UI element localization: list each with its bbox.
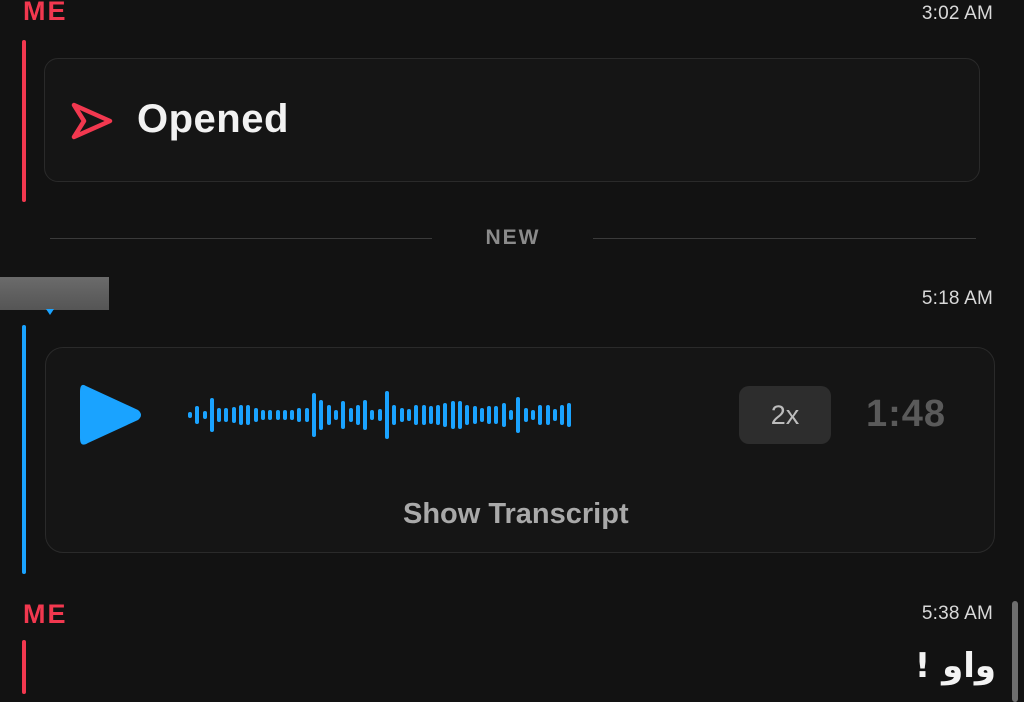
waveform-bar	[268, 410, 273, 420]
waveform-bar	[457, 401, 462, 429]
message-timestamp: 3:02 AM	[921, 3, 993, 24]
waveform-bar	[509, 410, 514, 420]
waveform-bar	[275, 410, 280, 420]
waveform-bar	[290, 410, 295, 420]
waveform-bar	[465, 405, 470, 425]
waveform-bar	[195, 406, 200, 424]
redacted-sender-name	[0, 277, 109, 310]
sender-indicator-bar	[22, 325, 26, 574]
waveform-bar	[479, 408, 484, 422]
waveform-bar	[385, 391, 390, 439]
play-icon[interactable]	[78, 380, 144, 450]
voice-duration: 1:48	[866, 393, 947, 435]
waveform-bar	[428, 406, 433, 424]
waveform-bar	[246, 405, 251, 425]
sender-indicator-bar	[22, 640, 26, 694]
waveform-bar	[282, 410, 287, 420]
waveform-bar	[414, 405, 419, 425]
sender-indicator-bar	[22, 40, 26, 202]
waveform-bar	[545, 405, 550, 425]
waveform-bar	[501, 403, 506, 427]
waveform-bar	[567, 403, 572, 427]
waveform-bar	[209, 398, 214, 432]
message-timestamp: 5:38 AM	[921, 603, 993, 624]
waveform-bar	[538, 405, 543, 425]
sender-caret-icon	[46, 309, 54, 315]
divider-line-right	[593, 238, 976, 239]
waveform-bar	[188, 412, 192, 418]
waveform-bar	[530, 410, 535, 420]
waveform-bar	[239, 405, 244, 425]
waveform-bar	[355, 405, 360, 425]
waveform-bar	[253, 408, 258, 422]
chat-view: ME 3:02 AM Opened NEW 5:18 AM 2x 1:48 Sh…	[0, 0, 1024, 702]
waveform-bar	[202, 411, 207, 419]
waveform-bar	[304, 408, 309, 422]
waveform-bar	[399, 408, 404, 422]
scrollbar[interactable]	[1012, 601, 1018, 702]
waveform-bar	[516, 397, 521, 433]
divider-line-left	[50, 238, 432, 239]
waveform-bar	[487, 406, 492, 424]
sender-label-me: ME	[23, 599, 68, 629]
message-timestamp: 5:18 AM	[921, 288, 993, 309]
waveform-bar	[436, 405, 441, 425]
waveform-bar	[450, 401, 455, 429]
opened-status-label: Opened	[137, 97, 289, 141]
show-transcript-button[interactable]: Show Transcript	[403, 498, 629, 531]
waveform-bar	[363, 400, 368, 430]
waveform-bar	[472, 406, 477, 424]
waveform-bar	[560, 405, 565, 425]
new-divider-label: NEW	[485, 226, 541, 249]
waveform-bar	[341, 401, 346, 429]
waveform-bar	[224, 408, 229, 422]
waveform-bar	[552, 409, 557, 421]
waveform-bar	[523, 408, 528, 422]
waveform-bar	[326, 405, 331, 425]
waveform-bar	[297, 408, 302, 422]
waveform-bar	[406, 409, 411, 421]
waveform-bar	[421, 405, 426, 425]
waveform-bar	[231, 407, 236, 423]
waveform-bar	[377, 409, 382, 421]
sent-arrow-icon	[71, 102, 113, 140]
waveform-bar	[392, 405, 397, 425]
waveform-bar	[312, 393, 317, 437]
waveform-bar	[494, 406, 499, 424]
waveform-bar	[348, 408, 353, 422]
waveform-bar	[333, 410, 338, 420]
message-text: واو !	[914, 646, 996, 686]
waveform-bar	[443, 403, 448, 427]
sender-label-me: ME	[23, 0, 68, 26]
waveform-bar	[319, 400, 324, 430]
waveform-bar	[260, 410, 265, 420]
waveform-bar	[217, 408, 222, 422]
playback-speed-button[interactable]: 2x	[739, 386, 831, 444]
waveform-bar	[370, 410, 375, 420]
voice-waveform[interactable]	[188, 388, 684, 442]
